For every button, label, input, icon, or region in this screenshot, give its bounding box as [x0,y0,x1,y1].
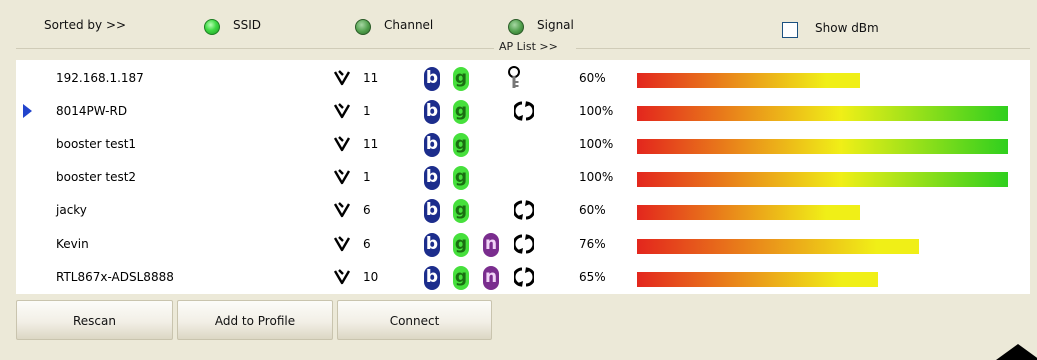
mode-b-icon: b [424,100,440,124]
ap-list-title: AP List >> [497,40,560,53]
channel-icon [332,134,352,154]
signal-strength-bar [637,106,1008,121]
sort-ssid-radio[interactable] [204,19,220,35]
key-icon [507,66,521,90]
channel-icon [332,267,352,287]
show-dbm-checkbox[interactable] [782,22,798,38]
mode-g-icon: g [453,133,469,157]
ap-list-row[interactable]: booster test2 1 b g 100% [16,161,1030,194]
mode-g-icon: g [453,100,469,124]
signal-percent: 100% [579,170,614,184]
ap-ssid: Kevin [56,237,89,251]
wps-icon [512,234,536,254]
ap-channel: 6 [363,237,371,251]
mode-g-icon: g [453,67,469,91]
mode-n-icon: n [483,266,499,290]
ap-list-panel[interactable]: 192.168.1.187 11 b g 60% 8014PW-RD 1 b g 100% boos… [16,60,1030,294]
mode-b-icon: b [424,133,440,157]
ap-ssid: booster test2 [56,170,137,184]
ap-list-row[interactable]: booster test1 11 b g 100% [16,128,1030,161]
signal-percent: 76% [579,237,606,251]
connect-button[interactable]: Connect [337,300,492,340]
ap-ssid: jacky [56,203,87,217]
channel-icon [332,234,352,254]
ap-ssid: booster test1 [56,137,137,151]
signal-strength-bar [637,205,860,220]
show-dbm-label[interactable]: Show dBm [815,21,879,35]
signal-percent: 60% [579,203,606,217]
ap-channel: 1 [363,170,371,184]
ap-channel: 11 [363,71,379,85]
ap-list-row[interactable]: Kevin 6 b g n 76% [16,228,1030,261]
sort-bar: Sorted by >> SSID Channel Signal Show dB… [0,0,1037,44]
sort-channel-label[interactable]: Channel [384,18,433,32]
scroll-up-arrow-icon[interactable] [996,344,1037,360]
ap-list-divider-left [16,48,494,49]
sort-signal-label[interactable]: Signal [537,18,574,32]
ap-ssid: 192.168.1.187 [56,71,144,85]
wps-icon [512,200,536,220]
channel-icon [332,101,352,121]
channel-icon [332,200,352,220]
rescan-button[interactable]: Rescan [16,300,173,340]
mode-b-icon: b [424,266,440,290]
selected-row-arrow-icon [23,104,32,118]
wps-icon [512,267,536,287]
signal-percent: 65% [579,270,606,284]
channel-icon [332,167,352,187]
ap-list-row[interactable]: jacky 6 b g 60% [16,194,1030,227]
signal-strength-bar [637,172,1008,187]
ap-channel: 6 [363,203,371,217]
ap-channel: 11 [363,137,379,151]
sort-channel-radio[interactable] [355,19,371,35]
signal-percent: 100% [579,104,614,118]
signal-strength-bar [637,139,1008,154]
ap-list-divider-right [576,48,1030,49]
mode-b-icon: b [424,233,440,257]
mode-g-icon: g [453,233,469,257]
sorted-by-label: Sorted by >> [44,18,127,32]
mode-n-icon: n [483,233,499,257]
ap-ssid: 8014PW-RD [56,104,128,118]
sort-ssid-label[interactable]: SSID [233,18,261,32]
ap-channel: 10 [363,270,379,284]
mode-g-icon: g [453,266,469,290]
sort-signal-radio[interactable] [508,19,524,35]
signal-percent: 100% [579,137,614,151]
add-to-profile-button[interactable]: Add to Profile [177,300,333,340]
ap-channel: 1 [363,104,371,118]
mode-b-icon: b [424,166,440,190]
signal-strength-bar [637,272,878,287]
mode-b-icon: b [424,199,440,223]
signal-strength-bar [637,239,919,254]
signal-strength-bar [637,73,860,88]
ap-list-row[interactable]: RTL867x-ADSL8888 10 b g n 65% [16,261,1030,294]
channel-icon [332,68,352,88]
ap-list-row[interactable]: 8014PW-RD 1 b g 100% [16,95,1030,128]
signal-percent: 60% [579,71,606,85]
mode-g-icon: g [453,166,469,190]
mode-b-icon: b [424,67,440,91]
ap-ssid: RTL867x-ADSL8888 [56,270,174,284]
ap-list-row[interactable]: 192.168.1.187 11 b g 60% [16,62,1030,95]
mode-g-icon: g [453,199,469,223]
wps-icon [512,101,536,121]
